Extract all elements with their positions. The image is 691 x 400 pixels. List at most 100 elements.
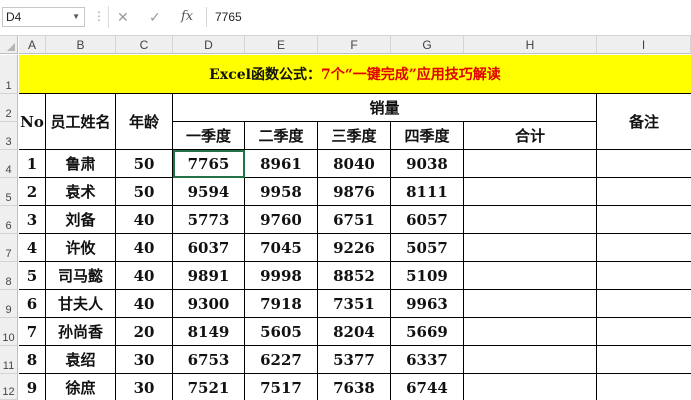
cell-total[interactable] [464, 374, 597, 400]
cell-q2[interactable]: 8961 [245, 150, 318, 178]
cell-q2[interactable]: 7517 [245, 374, 318, 400]
cell-no[interactable]: 7 [19, 318, 46, 346]
cell-q4[interactable]: 6057 [391, 206, 464, 234]
cell-q1[interactable]: 7521 [173, 374, 245, 400]
cell-name[interactable]: 袁绍 [46, 346, 116, 374]
cell-q1[interactable]: 6753 [173, 346, 245, 374]
column-header-f[interactable]: F [318, 36, 391, 54]
header-total[interactable]: 合计 [464, 122, 597, 150]
cell-q2[interactable]: 7918 [245, 290, 318, 318]
row-header-3[interactable]: 3 [0, 122, 18, 150]
column-header-d[interactable]: D [173, 36, 245, 54]
column-header-i[interactable]: I [597, 36, 691, 54]
cell-q2[interactable]: 5605 [245, 318, 318, 346]
cell-q1-selected[interactable]: 7765 [173, 150, 245, 178]
cell-q4[interactable]: 6337 [391, 346, 464, 374]
header-sales[interactable]: 销量 [173, 94, 597, 122]
cell-age[interactable]: 40 [116, 234, 173, 262]
cell-name[interactable]: 鲁肃 [46, 150, 116, 178]
cell-total[interactable] [464, 150, 597, 178]
insert-function-icon[interactable]: fx [181, 8, 193, 26]
header-q4[interactable]: 四季度 [391, 122, 464, 150]
cell-name[interactable]: 孙尚香 [46, 318, 116, 346]
cell-q4[interactable]: 5057 [391, 234, 464, 262]
cell-q2[interactable]: 9958 [245, 178, 318, 206]
title-cell[interactable]: Excel函数公式： 7个“一键完成”应用技巧解读 [19, 55, 691, 94]
row-header-2[interactable]: 2 [0, 94, 18, 122]
enter-icon[interactable]: ✓ [149, 8, 161, 26]
cell-remark[interactable] [597, 206, 691, 234]
cell-no[interactable]: 4 [19, 234, 46, 262]
cell-age[interactable]: 40 [116, 262, 173, 290]
cell-total[interactable] [464, 234, 597, 262]
row-header-9[interactable]: 9 [0, 290, 18, 318]
column-header-c[interactable]: C [116, 36, 173, 54]
cell-total[interactable] [464, 206, 597, 234]
cell-no[interactable]: 6 [19, 290, 46, 318]
cell-no[interactable]: 5 [19, 262, 46, 290]
row-header-6[interactable]: 6 [0, 206, 18, 234]
cell-q4[interactable]: 5109 [391, 262, 464, 290]
cell-q1[interactable]: 9891 [173, 262, 245, 290]
header-name[interactable]: 员工姓名 [46, 94, 116, 150]
cell-remark[interactable] [597, 262, 691, 290]
cell-remark[interactable] [597, 374, 691, 400]
cell-remark[interactable] [597, 290, 691, 318]
cell-q4[interactable]: 5669 [391, 318, 464, 346]
header-q3[interactable]: 三季度 [318, 122, 391, 150]
cell-q3[interactable]: 8852 [318, 262, 391, 290]
cell-q3[interactable]: 8040 [318, 150, 391, 178]
row-header-12[interactable]: 12 [0, 374, 18, 400]
cell-q3[interactable]: 7351 [318, 290, 391, 318]
cell-name[interactable]: 司马懿 [46, 262, 116, 290]
cell-q3[interactable]: 7638 [318, 374, 391, 400]
cell-remark[interactable] [597, 150, 691, 178]
cell-name[interactable]: 刘备 [46, 206, 116, 234]
column-header-e[interactable]: E [245, 36, 318, 54]
cell-total[interactable] [464, 290, 597, 318]
cell-name[interactable]: 徐庶 [46, 374, 116, 400]
header-remark[interactable]: 备注 [597, 94, 691, 150]
cell-q1[interactable]: 9594 [173, 178, 245, 206]
cell-q1[interactable]: 9300 [173, 290, 245, 318]
cell-name[interactable]: 甘夫人 [46, 290, 116, 318]
cell-q4[interactable]: 6744 [391, 374, 464, 400]
cell-name[interactable]: 袁术 [46, 178, 116, 206]
column-header-g[interactable]: G [391, 36, 464, 54]
cell-q4[interactable]: 8111 [391, 178, 464, 206]
cell-q4[interactable]: 9963 [391, 290, 464, 318]
cell-total[interactable] [464, 262, 597, 290]
cell-q3[interactable]: 9876 [318, 178, 391, 206]
cell-q3[interactable]: 8204 [318, 318, 391, 346]
cell-age[interactable]: 40 [116, 290, 173, 318]
column-header-a[interactable]: A [19, 36, 46, 54]
row-header-8[interactable]: 8 [0, 262, 18, 290]
cell-age[interactable]: 30 [116, 346, 173, 374]
column-header-h[interactable]: H [464, 36, 597, 54]
row-header-4[interactable]: 4 [0, 150, 18, 178]
cell-q2[interactable]: 9998 [245, 262, 318, 290]
cell-remark[interactable] [597, 178, 691, 206]
cell-q2[interactable]: 6227 [245, 346, 318, 374]
name-box[interactable]: D4 ▼ [2, 7, 85, 27]
cell-age[interactable]: 20 [116, 318, 173, 346]
cell-q1[interactable]: 5773 [173, 206, 245, 234]
cell-no[interactable]: 8 [19, 346, 46, 374]
row-header-5[interactable]: 5 [0, 178, 18, 206]
row-header-11[interactable]: 11 [0, 346, 18, 374]
cell-no[interactable]: 1 [19, 150, 46, 178]
select-all-corner[interactable] [0, 36, 18, 54]
cell-remark[interactable] [597, 346, 691, 374]
header-age[interactable]: 年龄 [116, 94, 173, 150]
cell-age[interactable]: 50 [116, 178, 173, 206]
cell-remark[interactable] [597, 318, 691, 346]
cell-q2[interactable]: 9760 [245, 206, 318, 234]
cell-q3[interactable]: 9226 [318, 234, 391, 262]
header-q2[interactable]: 二季度 [245, 122, 318, 150]
cell-total[interactable] [464, 178, 597, 206]
cancel-icon[interactable]: ✕ [117, 8, 129, 26]
row-header-1[interactable]: 1 [0, 55, 18, 94]
cell-no[interactable]: 9 [19, 374, 46, 400]
cell-total[interactable] [464, 318, 597, 346]
cell-no[interactable]: 3 [19, 206, 46, 234]
